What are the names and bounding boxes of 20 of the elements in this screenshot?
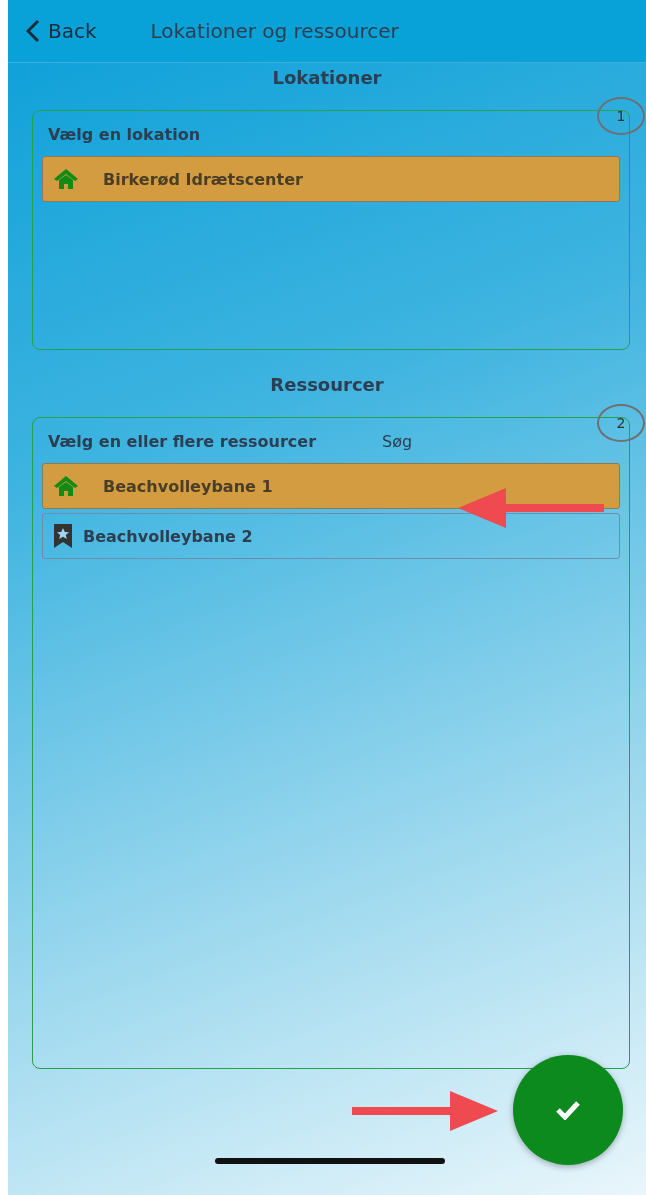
step-number: 2 bbox=[597, 404, 645, 442]
list-item[interactable]: Beachvolleybane 1 bbox=[42, 463, 620, 509]
confirm-button[interactable] bbox=[513, 1055, 623, 1165]
section-title: Ressourcer bbox=[270, 374, 384, 395]
list-item[interactable]: Beachvolleybane 2 bbox=[42, 513, 620, 559]
panel-prompt: Vælg en eller flere ressourcer bbox=[48, 432, 317, 451]
section-title: Lokationer bbox=[272, 67, 382, 88]
list-item[interactable]: Birkerød Idrætscenter bbox=[42, 156, 620, 202]
panel-prompt: Vælg en lokation bbox=[48, 125, 201, 144]
bookmark-star-icon bbox=[53, 523, 73, 549]
back-button[interactable]: Back bbox=[26, 19, 97, 43]
screen-title: Lokationer og ressourcer bbox=[150, 19, 399, 43]
chevron-left-icon bbox=[26, 19, 40, 43]
arrow-icon bbox=[350, 1088, 500, 1134]
arrow-icon bbox=[456, 485, 606, 531]
step-number: 1 bbox=[597, 97, 645, 135]
search-link[interactable]: Søg bbox=[382, 432, 413, 451]
home-icon bbox=[53, 475, 79, 497]
check-icon bbox=[555, 1100, 581, 1120]
home-icon bbox=[53, 168, 79, 190]
